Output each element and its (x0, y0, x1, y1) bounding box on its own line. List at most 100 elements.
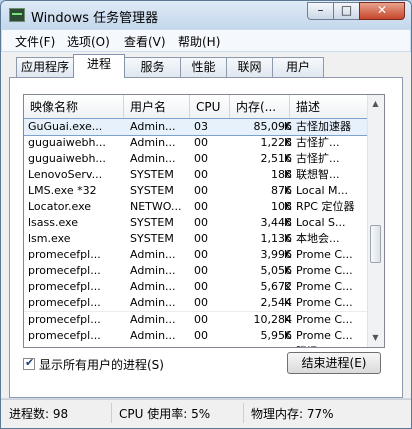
status-divider (111, 403, 112, 423)
process-cpu: 03 (194, 120, 208, 133)
process-memory-unit: K (284, 184, 292, 197)
process-description: Prome C... (296, 264, 353, 277)
process-row[interactable]: guguaiwebh... Admin... 00 1,228 K 古怪扩... (24, 135, 368, 151)
scroll-up-icon[interactable]: ▲ (369, 97, 382, 111)
process-image-name: Locator.exe (28, 200, 92, 213)
process-image-name: promecefpl... (28, 329, 101, 342)
process-row[interactable]: QQ.exe *32Admin...0059,332K腾讯QQ (24, 344, 368, 347)
process-cpu: 00 (194, 136, 208, 149)
tab-services[interactable]: 服务 (124, 57, 181, 77)
process-memory-unit: K (284, 200, 292, 213)
process-user-name: NETWO... (130, 200, 182, 213)
column-memory[interactable]: 内存(... (230, 95, 290, 119)
process-description: Local S... (296, 216, 346, 229)
tab-processes[interactable]: 进程 (73, 54, 125, 78)
process-user-name: SYSTEM (130, 184, 174, 197)
column-user-name[interactable]: 用户名 (124, 95, 190, 119)
process-memory-unit: K (284, 313, 292, 326)
process-user-name: Admin... (130, 152, 176, 165)
client-area: 应用程序 进程 服务 性能 联网 用户 映像名称 ^ 用户名 CPU 内存(..… (1, 52, 411, 398)
process-image-name: promecefpl... (28, 264, 101, 277)
process-cpu: 00 (194, 232, 208, 245)
process-image-name: QQ.exe *32 (28, 344, 120, 347)
process-row[interactable]: guguaiwebh... Admin... 00 2,516 K 古怪扩... (24, 151, 368, 167)
process-row[interactable]: lsm.exe SYSTEM 00 1,136 K 本地会... (24, 231, 368, 247)
process-row[interactable]: GuGuai.exe... Admin... 03 85,096 K 古怪加速器 (24, 118, 369, 136)
process-cpu: 00 (194, 280, 208, 293)
column-image-name[interactable]: 映像名称 ^ (24, 95, 124, 119)
process-row[interactable]: promecefpl... Admin... 00 3,996 K Prome C... (24, 247, 368, 263)
process-row[interactable]: promecefpl... Admin... 00 10,284 K Prome C... (24, 312, 368, 328)
tab-networking[interactable]: 联网 (226, 57, 273, 77)
process-memory-unit: K (284, 296, 292, 309)
scrollbar-thumb[interactable] (370, 225, 381, 263)
tab-users[interactable]: 用户 (272, 57, 324, 77)
process-cpu: 00 (194, 152, 208, 165)
process-row[interactable]: promecefpl... Admin... 00 5,056 K Prome C... (24, 263, 368, 279)
process-row[interactable]: promecefpl... Admin... 00 2,544 K Prome C... (24, 295, 368, 312)
process-memory-unit: K (284, 232, 292, 245)
process-cpu: 00 (194, 313, 208, 326)
status-physical-memory: 物理内存: 77% (251, 407, 334, 421)
process-description: Local M... (296, 184, 348, 197)
process-memory-unit: K (284, 216, 292, 229)
process-rows: GuGuai.exe... Admin... 03 85,096 K 古怪加速器 gugua… (24, 118, 369, 347)
column-description[interactable]: 描述 (290, 95, 368, 119)
show-all-users-checkbox[interactable]: ✔ (23, 356, 35, 370)
menu-file[interactable]: 文件(F) (15, 33, 55, 50)
process-user-name: Admin... (130, 136, 176, 149)
process-cpu: 00 (194, 264, 208, 277)
process-description: 腾讯QQ (296, 344, 366, 347)
title-bar[interactable]: Windows 任务管理器 – □ ✕ (1, 1, 411, 29)
process-description: RPC 定位器 (296, 200, 355, 213)
vertical-scrollbar[interactable]: ▲ ▼ (367, 95, 384, 347)
process-user-name: Admin... (130, 264, 176, 277)
process-cpu: 00 (194, 200, 208, 213)
menu-options[interactable]: 选项(O) (67, 33, 110, 50)
process-description: Prome C... (296, 280, 353, 293)
maximize-button[interactable]: □ (333, 2, 360, 20)
process-description: 古怪扩... (296, 152, 340, 165)
column-cpu[interactable]: CPU (190, 95, 230, 119)
process-user-name: Admin... (130, 344, 190, 347)
tab-applications[interactable]: 应用程序 (16, 57, 74, 77)
process-description: Prome C... (296, 329, 353, 342)
scroll-down-icon[interactable]: ▼ (369, 331, 382, 345)
process-row[interactable]: Locator.exe NETWO... 00 108 K RPC 定位器 (24, 199, 368, 215)
process-memory-unit: K (284, 264, 292, 277)
window-title: Windows 任务管理器 (31, 11, 159, 26)
process-cpu: 00 (194, 329, 208, 342)
end-process-button[interactable]: 结束进程(E) (287, 352, 381, 374)
menu-bar: 文件(F) 选项(O) 查看(V) 帮助(H) (2, 30, 410, 51)
status-divider (243, 403, 244, 423)
process-memory-unit: K (284, 329, 292, 342)
process-row[interactable]: promecefpl... Admin... 00 5,672 K Prome C... (24, 279, 368, 295)
menu-view[interactable]: 查看(V) (124, 33, 166, 50)
close-button[interactable]: ✕ (359, 2, 405, 20)
process-row[interactable]: promecefpl... Admin... 00 5,956 K Prome C... (24, 328, 368, 344)
process-memory-unit: K (284, 280, 292, 293)
task-manager-app-icon (9, 8, 25, 22)
process-memory-unit: K (284, 248, 292, 261)
minimize-button[interactable]: – (307, 2, 334, 20)
process-row[interactable]: LenovoServ... SYSTEM 00 188 K 联想智... (24, 167, 368, 183)
show-all-users-label[interactable]: 显示所有用户的进程(S) (39, 356, 164, 373)
tab-performance[interactable]: 性能 (180, 57, 227, 77)
process-user-name: Admin... (130, 313, 176, 326)
process-description: Prome C... (296, 296, 353, 309)
process-memory-unit: K (284, 120, 292, 133)
process-user-name: SYSTEM (130, 168, 174, 181)
process-row[interactable]: LMS.exe *32 SYSTEM 00 876 K Local M... (24, 183, 368, 199)
process-description: Prome C... (296, 313, 353, 326)
process-user-name: Admin... (130, 248, 176, 261)
process-list[interactable]: 映像名称 ^ 用户名 CPU 内存(... 描述 GuGuai.exe... Ad… (23, 94, 385, 348)
menu-help[interactable]: 帮助(H) (178, 33, 220, 50)
process-description: 本地会... (296, 232, 340, 245)
process-cpu: 00 (194, 296, 208, 309)
process-user-name: SYSTEM (130, 216, 174, 229)
process-cpu: 00 (194, 216, 208, 229)
process-user-name: Admin... (130, 296, 176, 309)
column-header-row: 映像名称 ^ 用户名 CPU 内存(... 描述 (24, 95, 368, 120)
process-row[interactable]: lsass.exe SYSTEM 00 3,448 K Local S... (24, 215, 368, 231)
task-manager-window: Windows 任务管理器 – □ ✕ 文件(F) 选项(O) 查看(V) 帮助… (0, 0, 412, 429)
